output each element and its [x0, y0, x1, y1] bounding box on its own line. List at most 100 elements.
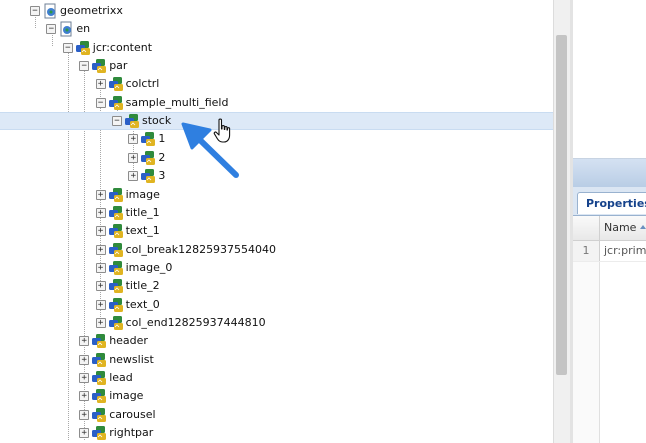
tree-node-geometrixx[interactable]: − geometrixx	[0, 2, 553, 20]
node-icon	[108, 95, 124, 111]
expand-icon[interactable]: +	[128, 171, 139, 182]
expand-icon[interactable]: +	[95, 79, 106, 90]
tree-node-par[interactable]: − par	[0, 57, 553, 75]
tree-node-label[interactable]: col_break12825937554040	[126, 241, 276, 259]
expand-icon[interactable]: +	[79, 409, 90, 420]
tree-node-label[interactable]: en	[76, 20, 90, 38]
tree-node-label[interactable]: title_2	[126, 277, 160, 295]
node-icon	[108, 187, 124, 203]
tree-node-label[interactable]: newslist	[109, 351, 154, 369]
tree-node-label[interactable]: image	[126, 186, 160, 204]
tree-node-jcr-content[interactable]: − jcr:content	[0, 39, 553, 57]
tree-node-sample-multi-field[interactable]: − sample_multi_field	[0, 94, 553, 112]
expand-icon[interactable]: +	[79, 354, 90, 365]
expand-icon[interactable]: +	[79, 336, 90, 347]
properties-grid-header: Name	[573, 216, 646, 241]
expand-icon[interactable]: +	[128, 134, 139, 145]
node-icon	[108, 223, 124, 239]
tree-node-rightpar[interactable]: + rightpar	[0, 424, 553, 442]
node-icon	[108, 315, 124, 331]
tree-node-label[interactable]: title_1	[126, 204, 160, 222]
tree-node-label[interactable]: carousel	[109, 406, 155, 424]
expand-icon[interactable]: +	[79, 428, 90, 439]
tree-node-lead[interactable]: + lead	[0, 369, 553, 387]
sort-ascending-icon[interactable]	[640, 225, 646, 229]
tree-node-en[interactable]: − en	[0, 20, 553, 38]
column-header-name[interactable]: Name	[604, 216, 636, 240]
expand-icon[interactable]: +	[95, 226, 106, 237]
tree-node-label[interactable]: col_end12825937444810	[126, 314, 266, 332]
node-icon	[140, 168, 156, 184]
expand-icon[interactable]: +	[95, 281, 106, 292]
tree-node-label[interactable]: 1	[158, 130, 165, 148]
tree-node-text-0[interactable]: + text_0	[0, 296, 553, 314]
row-number-header	[573, 216, 600, 240]
tree-node-label[interactable]: colctrl	[126, 75, 160, 93]
node-icon	[91, 407, 107, 423]
node-icon	[108, 76, 124, 92]
tree-node-label[interactable]: geometrixx	[60, 2, 123, 20]
tree-node-label[interactable]: par	[109, 57, 127, 75]
collapse-icon[interactable]: −	[46, 24, 57, 35]
collapse-icon[interactable]: −	[79, 61, 90, 72]
tree-node-carousel[interactable]: + carousel	[0, 406, 553, 424]
node-icon	[108, 260, 124, 276]
tree-node-image[interactable]: + image	[0, 186, 553, 204]
tree-node-label[interactable]: text_0	[126, 296, 160, 314]
expand-icon[interactable]: +	[79, 391, 90, 402]
collapse-icon[interactable]: −	[112, 116, 122, 127]
expand-icon[interactable]: +	[95, 317, 106, 328]
properties-side-panel: Properties Name 1 jcr:prima	[573, 0, 646, 443]
tree-node-col-break12825937554040[interactable]: + col_break12825937554040	[0, 241, 553, 259]
tree-node-label[interactable]: 3	[158, 167, 165, 185]
tree-node-3[interactable]: +3	[0, 167, 553, 185]
tree-node-header[interactable]: + header	[0, 332, 553, 350]
tree-node-newslist[interactable]: + newslist	[0, 351, 553, 369]
tree-node-1[interactable]: +1	[0, 130, 553, 148]
tree-node-label[interactable]: rightpar	[109, 424, 153, 442]
node-icon	[108, 278, 124, 294]
expand-icon[interactable]: +	[95, 244, 106, 255]
tree-node-label[interactable]: 2	[158, 149, 165, 167]
tree-node-col-end12825937444810[interactable]: + col_end12825937444810	[0, 314, 553, 332]
tree-node-image[interactable]: + image	[0, 387, 553, 405]
tree-node-label[interactable]: jcr:content	[93, 39, 152, 57]
node-icon	[91, 388, 107, 404]
node-icon	[108, 205, 124, 221]
expand-icon[interactable]: +	[95, 262, 106, 273]
tree-node-2[interactable]: +2	[0, 149, 553, 167]
collapse-icon[interactable]: −	[95, 97, 106, 108]
tree-node-label[interactable]: sample_multi_field	[126, 94, 229, 112]
expand-icon[interactable]: +	[95, 189, 106, 200]
tree-node-label[interactable]: text_1	[126, 222, 160, 240]
row-number-column	[573, 262, 600, 443]
scrollbar-thumb[interactable]	[556, 35, 567, 375]
tree-node-label[interactable]: stock	[142, 113, 171, 129]
tab-properties[interactable]: Properties	[577, 192, 646, 214]
tree-node-title-2[interactable]: + title_2	[0, 277, 553, 295]
tree-node-label[interactable]: lead	[109, 369, 133, 387]
properties-panel-header	[573, 159, 646, 188]
collapse-icon[interactable]: −	[30, 6, 40, 16]
collapse-icon[interactable]: −	[62, 42, 73, 53]
tree-node-stock[interactable]: − stock	[0, 112, 553, 131]
expand-icon[interactable]: +	[95, 207, 106, 218]
row-number: 1	[573, 241, 600, 261]
tree-node-label[interactable]: image_0	[126, 259, 173, 277]
node-icon	[91, 352, 107, 368]
tree-node-text-1[interactable]: + text_1	[0, 222, 553, 240]
page-icon	[58, 21, 74, 37]
expand-icon[interactable]: +	[79, 373, 90, 383]
expand-icon[interactable]: +	[95, 299, 106, 310]
tree-node-title-1[interactable]: + title_1	[0, 204, 553, 222]
node-icon	[91, 425, 107, 441]
tree-node-colctrl[interactable]: + colctrl	[0, 75, 553, 93]
property-name-cell[interactable]: jcr:prima	[604, 241, 646, 261]
tree-node-label[interactable]: header	[109, 332, 148, 350]
tree-node-label[interactable]: image	[109, 387, 143, 405]
expand-icon[interactable]: +	[128, 152, 139, 163]
tree-vertical-scrollbar[interactable]	[553, 0, 570, 443]
node-icon	[108, 242, 124, 258]
tree-node-image-0[interactable]: + image_0	[0, 259, 553, 277]
table-row[interactable]: 1 jcr:prima	[573, 241, 646, 262]
